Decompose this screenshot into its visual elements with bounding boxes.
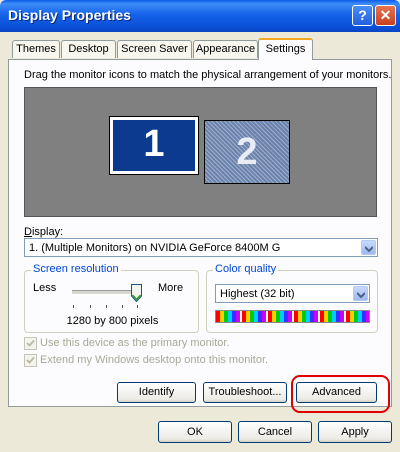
slider-tick <box>122 305 123 308</box>
color-quality-select[interactable]: Highest (32 bit) <box>215 284 370 303</box>
close-button[interactable]: ✕ <box>375 5 396 26</box>
tab-themes[interactable]: Themes <box>12 40 60 58</box>
slider-tick <box>106 305 107 308</box>
cancel-button[interactable]: Cancel <box>238 421 312 443</box>
primary-monitor-checkbox[interactable] <box>24 337 37 350</box>
advanced-highlight-annotation <box>291 375 390 413</box>
monitor-2-icon[interactable]: 2 <box>204 120 290 184</box>
resolution-slider-track[interactable] <box>72 290 140 295</box>
monitor-1-icon[interactable]: 1 <box>109 116 199 175</box>
ok-button[interactable]: OK <box>158 421 232 443</box>
color-quality-group: Color quality Highest (32 bit) <box>206 263 378 333</box>
chevron-down-icon[interactable] <box>361 240 376 255</box>
extend-desktop-checkbox[interactable] <box>24 354 37 367</box>
identify-button[interactable]: Identify <box>117 382 196 403</box>
tab-screen-saver[interactable]: Screen Saver <box>117 40 192 58</box>
color-sample-bar <box>215 310 370 323</box>
color-quality-legend: Color quality <box>213 263 279 275</box>
chevron-down-icon[interactable] <box>353 286 368 301</box>
tab-settings[interactable]: Settings <box>258 38 313 60</box>
resolution-slider-thumb[interactable] <box>131 284 142 302</box>
display-properties-window: Display Properties ? ✕ Themes Desktop Sc… <box>0 0 400 452</box>
tab-desktop[interactable]: Desktop <box>61 40 116 58</box>
troubleshoot-button[interactable]: Troubleshoot... <box>203 382 287 403</box>
slider-less-label: Less <box>33 282 57 294</box>
display-select-value: 1. (Multiple Monitors) on NVIDIA GeForce… <box>29 242 281 254</box>
tab-appearance[interactable]: Appearance <box>193 40 258 58</box>
title-bar[interactable]: Display Properties ? ✕ <box>0 0 400 32</box>
color-quality-value: Highest (32 bit) <box>220 288 295 300</box>
monitor-arrangement-area: 2 1 <box>24 87 377 217</box>
window-title: Display Properties <box>8 7 131 23</box>
primary-monitor-label: Use this device as the primary monitor. <box>40 337 230 349</box>
apply-button[interactable]: Apply <box>318 421 392 443</box>
slider-tick <box>73 305 74 308</box>
help-button[interactable]: ? <box>352 5 373 26</box>
resolution-value: 1280 by 800 pixels <box>66 315 159 327</box>
display-select[interactable]: 1. (Multiple Monitors) on NVIDIA GeForce… <box>24 238 378 257</box>
slider-more-label: More <box>158 282 184 294</box>
screen-resolution-legend: Screen resolution <box>31 263 121 275</box>
slider-tick <box>90 305 91 308</box>
instruction-text: Drag the monitor icons to match the phys… <box>24 69 392 81</box>
display-label: Display: <box>24 226 64 238</box>
slider-tick <box>137 305 138 308</box>
screen-resolution-group: Screen resolution Less More 1280 by 800 … <box>24 263 199 333</box>
extend-desktop-label: Extend my Windows desktop onto this moni… <box>40 354 269 366</box>
